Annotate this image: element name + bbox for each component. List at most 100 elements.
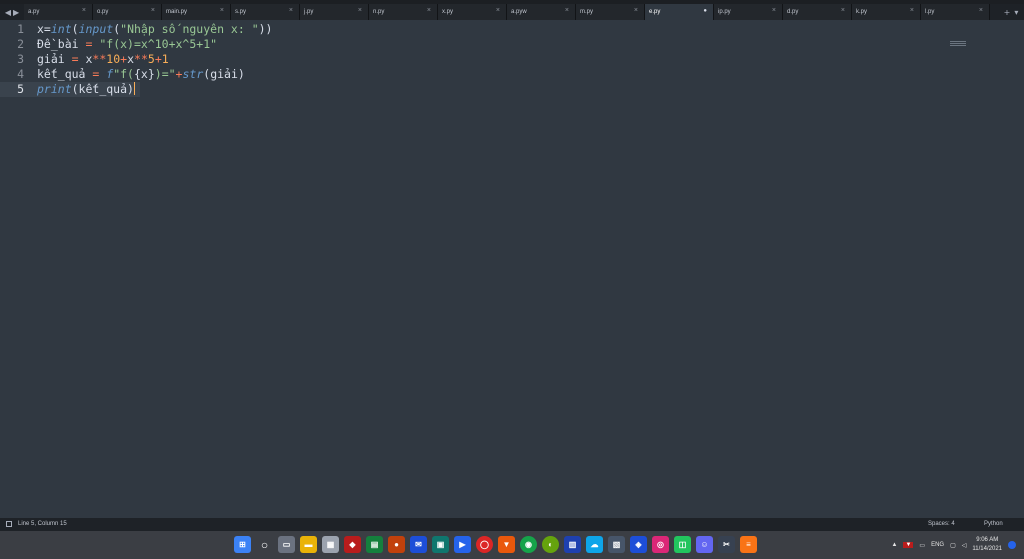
code-text: giải = x**10+x**5+1 bbox=[37, 52, 169, 66]
chevron-up-icon[interactable]: ▲ bbox=[892, 542, 898, 548]
close-icon[interactable]: × bbox=[979, 7, 983, 14]
shield-icon[interactable]: ◈ bbox=[630, 536, 647, 553]
line-number: 1 bbox=[17, 22, 24, 36]
tab-ip-py[interactable]: ip.py × bbox=[714, 4, 783, 20]
tab-j-py[interactable]: j.py × bbox=[300, 4, 369, 20]
file-explorer-icon[interactable]: ▬ bbox=[300, 536, 317, 553]
close-icon[interactable]: × bbox=[358, 7, 362, 14]
taskbar: ⊞ ○ ▭ ▬ ▦ ◆ ▤ ● ✉ ▣ ▶ ◯ ▼ ◉ ◐ ▥ ☁ ▧ ◈ ◎ … bbox=[0, 531, 1024, 559]
tab-main-py[interactable]: main.py × bbox=[162, 4, 231, 20]
close-icon[interactable]: × bbox=[151, 7, 155, 14]
coccoc-icon[interactable]: ◐ bbox=[542, 536, 559, 553]
tab-a-py[interactable]: a.py × bbox=[24, 4, 93, 20]
tab-o-py[interactable]: o.py × bbox=[93, 4, 162, 20]
tab-label: main.py bbox=[166, 9, 188, 15]
close-icon[interactable]: × bbox=[772, 7, 776, 14]
tabs: a.py × o.py × main.py × s.py × j.py × n.py × x.py × a.… bbox=[24, 4, 998, 20]
tab-label: n.py bbox=[373, 9, 385, 15]
access-icon[interactable]: ◆ bbox=[344, 536, 361, 553]
opera-icon[interactable]: ◯ bbox=[476, 536, 493, 553]
excel-icon[interactable]: ▤ bbox=[366, 536, 383, 553]
panel-toggle-icon[interactable] bbox=[6, 521, 12, 527]
network-icon[interactable]: ▢ bbox=[950, 542, 956, 549]
task-view-icon[interactable]: ▭ bbox=[278, 536, 295, 553]
tab-label: s.py bbox=[235, 9, 247, 15]
tab-d-py[interactable]: d.py × bbox=[783, 4, 852, 20]
plus-icon[interactable]: + bbox=[1004, 8, 1011, 17]
code-editor[interactable]: 1 x=int(input("Nhập số nguyên x: ")) 2 Đ… bbox=[0, 20, 1024, 518]
start-icon[interactable]: ⊞ bbox=[234, 536, 251, 553]
volume-icon[interactable]: ◁ bbox=[962, 542, 967, 549]
tab-tools[interactable]: + ▾ bbox=[998, 4, 1024, 20]
taskbar-apps: ⊞ ○ ▭ ▬ ▦ ◆ ▤ ● ✉ ▣ ▶ ◯ ▼ ◉ ◐ ▥ ☁ ▧ ◈ ◎ … bbox=[234, 536, 757, 553]
chrome-icon[interactable]: ◉ bbox=[520, 536, 537, 553]
close-icon[interactable]: × bbox=[634, 7, 638, 14]
unsaved-dot-icon[interactable]: ● bbox=[703, 8, 707, 14]
code-text: Đề_bài = "f(x)=x^10+x^5+1" bbox=[37, 37, 218, 51]
tab-e-py[interactable]: e.py ● bbox=[645, 4, 714, 20]
instagram-icon[interactable]: ◎ bbox=[652, 536, 669, 553]
tab-nav[interactable]: ◀ ▶ bbox=[0, 4, 24, 20]
code-line[interactable]: 2 Đề_bài = "f(x)=x^10+x^5+1" bbox=[0, 37, 1024, 52]
status-bar: Line 5, Column 15 Spaces: 4 Python bbox=[0, 518, 1024, 531]
clock-date: 11/14/2021 bbox=[972, 546, 1002, 552]
camtasia-icon[interactable]: ◫ bbox=[674, 536, 691, 553]
tab-label: e.py bbox=[649, 9, 661, 15]
close-icon[interactable]: × bbox=[82, 7, 86, 14]
antivirus-icon[interactable]: ▼ bbox=[903, 542, 914, 548]
arrow-left-icon[interactable]: ◀ bbox=[5, 8, 11, 17]
indentation-setting[interactable]: Spaces: 4 bbox=[928, 521, 955, 527]
tab-label: o.py bbox=[97, 9, 109, 15]
code-text: print(kết_quả) bbox=[37, 82, 135, 96]
brave-icon[interactable]: ▼ bbox=[498, 536, 515, 553]
code-line[interactable]: 3 giải = x**10+x**5+1 bbox=[0, 52, 1024, 67]
zoom-icon[interactable]: ▶ bbox=[454, 536, 471, 553]
close-icon[interactable]: × bbox=[289, 7, 293, 14]
close-icon[interactable]: × bbox=[565, 7, 569, 14]
keyboard-icon[interactable]: ▭ bbox=[919, 542, 925, 549]
powerpoint-icon[interactable]: ● bbox=[388, 536, 405, 553]
line-number: 5 bbox=[17, 82, 24, 96]
tab-label: d.py bbox=[787, 9, 799, 15]
tab-label: j.py bbox=[304, 9, 314, 15]
input-language[interactable]: ENG bbox=[931, 542, 944, 548]
code-line[interactable]: 1 x=int(input("Nhập số nguyên x: ")) bbox=[0, 22, 1024, 37]
close-icon[interactable]: × bbox=[841, 7, 845, 14]
tab-m-py[interactable]: m.py × bbox=[576, 4, 645, 20]
line-number: 4 bbox=[17, 67, 24, 81]
code-line-current[interactable]: 5 print(kết_quả) bbox=[0, 82, 140, 97]
word-icon[interactable]: ▥ bbox=[564, 536, 581, 553]
close-icon[interactable]: × bbox=[220, 7, 224, 14]
line-number: 3 bbox=[17, 52, 24, 66]
photos-icon[interactable]: ▧ bbox=[608, 536, 625, 553]
tab-s-py[interactable]: s.py × bbox=[231, 4, 300, 20]
tab-x-py[interactable]: x.py × bbox=[438, 4, 507, 20]
tab-label: a.pyw bbox=[511, 9, 527, 15]
syntax-selector[interactable]: Python bbox=[984, 521, 1003, 527]
close-icon[interactable]: × bbox=[427, 7, 431, 14]
tab-n-py[interactable]: n.py × bbox=[369, 4, 438, 20]
tab-k-py[interactable]: k.py × bbox=[852, 4, 921, 20]
close-icon[interactable]: × bbox=[910, 7, 914, 14]
skype-icon[interactable]: ☁ bbox=[586, 536, 603, 553]
arrow-right-icon[interactable]: ▶ bbox=[13, 8, 19, 17]
text-caret bbox=[133, 82, 135, 95]
tab-label: m.py bbox=[580, 9, 594, 15]
sublime-text-icon[interactable]: ≡ bbox=[740, 536, 757, 553]
tab-l-py[interactable]: l.py × bbox=[921, 4, 990, 20]
close-icon[interactable]: × bbox=[496, 7, 500, 14]
snipping-icon[interactable]: ✂ bbox=[718, 536, 735, 553]
tab-label: ip.py bbox=[718, 9, 731, 15]
chevron-down-icon[interactable]: ▾ bbox=[1014, 8, 1018, 17]
tab-a-pyw[interactable]: a.pyw × bbox=[507, 4, 576, 20]
code-text: x=int(input("Nhập số nguyên x: ")) bbox=[37, 22, 273, 36]
clock[interactable]: 9:06 AM 11/14/2021 bbox=[972, 536, 1002, 554]
discord-icon[interactable]: ☺ bbox=[696, 536, 713, 553]
outlook-icon[interactable]: ✉ bbox=[410, 536, 427, 553]
tab-bar: ◀ ▶ a.py × o.py × main.py × s.py × j.py × n.py × x.p… bbox=[0, 4, 1024, 20]
notification-icon[interactable] bbox=[1008, 541, 1016, 549]
code-line[interactable]: 4 kết_quả = f"f({x})="+str(giải) bbox=[0, 67, 1024, 82]
search-icon[interactable]: ○ bbox=[256, 536, 273, 553]
store-icon[interactable]: ▦ bbox=[322, 536, 339, 553]
publisher-icon[interactable]: ▣ bbox=[432, 536, 449, 553]
